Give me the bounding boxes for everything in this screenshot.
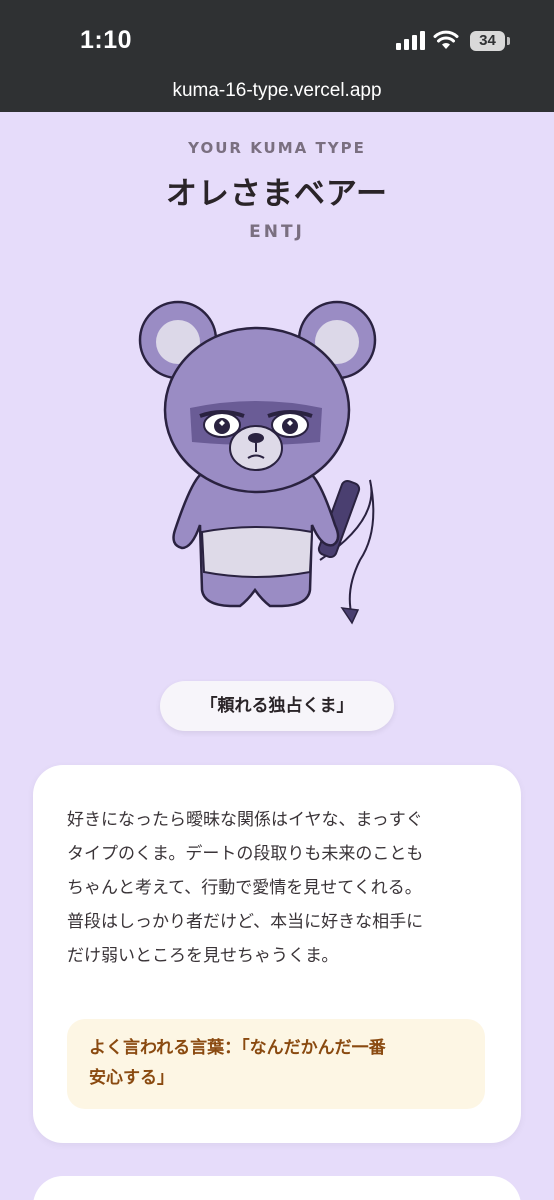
result-type-code: ENTJ: [249, 222, 305, 242]
battery-icon: 34: [470, 31, 505, 51]
url-text: kuma-16-type.vercel.app: [172, 80, 382, 101]
status-time: 1:10: [80, 26, 133, 54]
cellular-signal-icon: [396, 30, 426, 50]
common-phrase-line: 安心する」: [89, 1068, 174, 1088]
description-line: 好きになったら曖昧な関係はイヤな、まっすぐ: [67, 810, 423, 830]
url-bar[interactable]: kuma-16-type.vercel.app: [0, 80, 554, 112]
description-line: だけ弱いところを見せちゃうくま。: [67, 946, 339, 966]
common-phrase-line: よく言われる言葉：「なんだかんだ一番: [89, 1038, 386, 1058]
wifi-icon: [433, 30, 459, 49]
description-card: 好きになったら曖昧な関係はイヤな、まっすぐ タイプのくま。デートの段取りも未来の…: [33, 765, 521, 1143]
common-phrase-callout: よく言われる言葉：「なんだかんだ一番 安心する」: [67, 1019, 485, 1109]
description-text: 好きになったら曖昧な関係はイヤな、まっすぐ タイプのくま。デートの段取りも未来の…: [67, 803, 492, 973]
next-card: [33, 1176, 521, 1200]
status-bar: 1:10 34: [0, 0, 554, 80]
battery-cap: [507, 37, 510, 45]
description-line: タイプのくま。デートの段取りも未来のことも: [67, 844, 424, 864]
bear-illustration: [138, 300, 377, 625]
battery-level: 34: [479, 32, 496, 49]
type-tagline-pill: 「頼れる独占くま」: [160, 681, 394, 731]
description-line: ちゃんと考えて、行動で愛情を見せてくれる。: [67, 878, 422, 898]
result-type-name: オレさまベアー: [165, 176, 389, 212]
description-line: 普段はしっかり者だけど、本当に好きな相手に: [67, 912, 424, 932]
result-kicker: YOUR KUMA TYPE: [188, 139, 366, 157]
